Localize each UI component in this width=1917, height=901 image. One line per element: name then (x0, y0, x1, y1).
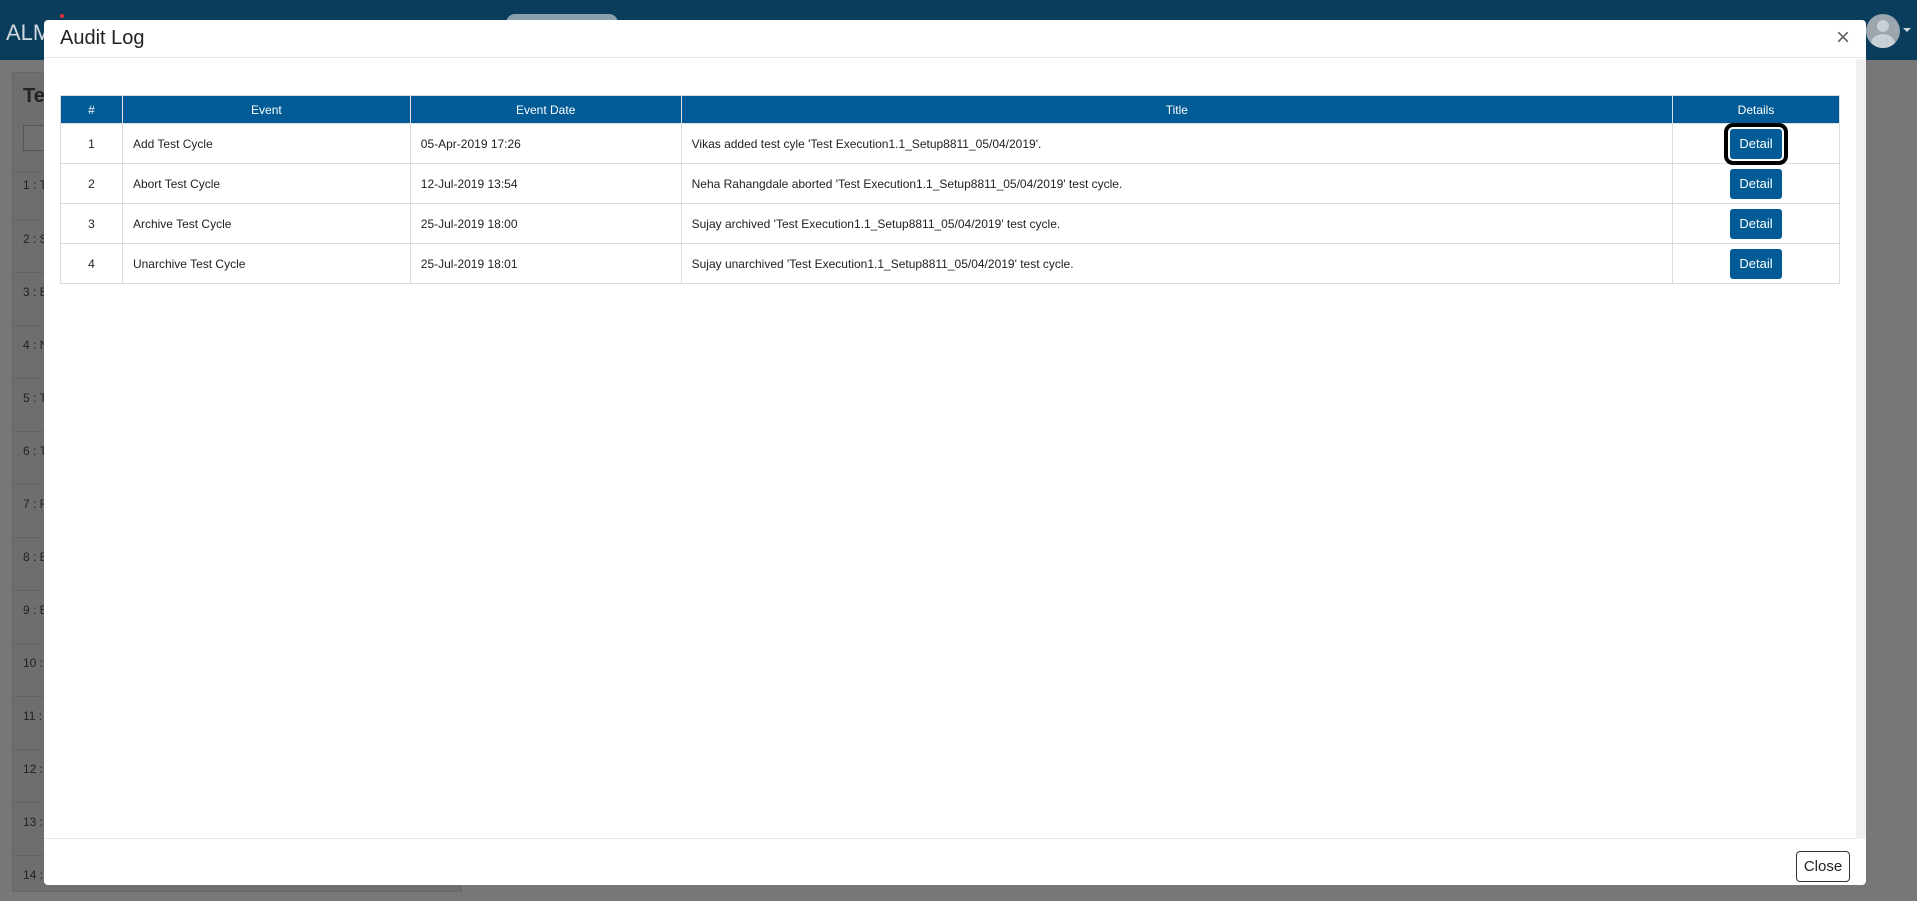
detail-button[interactable]: Detail (1730, 248, 1783, 279)
row-number: 3 (60, 203, 123, 244)
detail-button[interactable]: Detail (1730, 168, 1783, 199)
modal-footer: Close (44, 839, 1866, 885)
table-row: 1 Add Test Cycle 05-Apr-2019 17:26 Vikas… (60, 122, 1840, 165)
audit-log-table: # Event Event Date Title Details 1 Add T… (60, 95, 1840, 284)
row-event: Archive Test Cycle (121, 203, 411, 244)
background-list-item: 10 : (23, 656, 44, 670)
row-number: 1 (60, 123, 123, 164)
row-title: Sujay archived 'Test Execution1.1_Setup8… (680, 203, 1674, 244)
row-event-date: 12-Jul-2019 13:54 (409, 163, 682, 204)
background-list-item: 11 : (23, 709, 43, 723)
row-number: 2 (60, 163, 123, 204)
modal-body: # Event Event Date Title Details 1 Add T… (44, 59, 1866, 839)
modal-title: Audit Log (60, 27, 145, 49)
detail-button[interactable]: Detail (1730, 208, 1783, 239)
row-details-cell: Detail (1672, 203, 1840, 244)
row-event-date: 25-Jul-2019 18:00 (409, 203, 682, 244)
close-button[interactable]: Close (1796, 851, 1850, 882)
table-row: 2 Abort Test Cycle 12-Jul-2019 13:54 Neh… (60, 163, 1840, 204)
detail-button[interactable]: Detail (1724, 122, 1789, 165)
column-header-title: Title (680, 95, 1674, 124)
close-icon[interactable]: × (1836, 26, 1850, 50)
column-header-event-date: Event Date (409, 95, 682, 124)
row-event: Unarchive Test Cycle (121, 243, 411, 284)
row-event: Abort Test Cycle (121, 163, 411, 204)
column-header-number: # (60, 95, 123, 124)
table-header-row: # Event Event Date Title Details (60, 95, 1840, 124)
user-avatar-icon (1866, 14, 1900, 48)
row-event-date: 25-Jul-2019 18:01 (409, 243, 682, 284)
background-list-item: 13 : (23, 815, 44, 829)
row-title: Vikas added test cyle 'Test Execution1.1… (680, 123, 1674, 164)
background-list-item: 14 : (23, 868, 44, 882)
row-details-cell: Detail (1672, 163, 1840, 204)
row-event-date: 05-Apr-2019 17:26 (409, 123, 682, 164)
row-title: Neha Rahangdale aborted 'Test Execution1… (680, 163, 1674, 204)
row-details-cell: Detail (1672, 122, 1840, 165)
column-header-details: Details (1672, 95, 1840, 124)
modal-scrollbar[interactable] (1856, 59, 1866, 839)
audit-log-modal: Audit Log × # Event Event Date Title Det… (44, 20, 1866, 885)
background-panel-title: Te (23, 85, 45, 107)
modal-header: Audit Log × (44, 20, 1866, 58)
row-details-cell: Detail (1672, 243, 1840, 284)
caret-down-icon (1903, 28, 1911, 32)
row-event: Add Test Cycle (121, 123, 411, 164)
column-header-event: Event (121, 95, 411, 124)
table-row: 3 Archive Test Cycle 25-Jul-2019 18:00 S… (60, 203, 1840, 244)
table-row: 4 Unarchive Test Cycle 25-Jul-2019 18:01… (60, 243, 1840, 284)
logo-dot-icon (60, 14, 64, 18)
background-list-item: 12 : (23, 762, 44, 776)
row-number: 4 (60, 243, 123, 284)
row-title: Sujay unarchived 'Test Execution1.1_Setu… (680, 243, 1674, 284)
